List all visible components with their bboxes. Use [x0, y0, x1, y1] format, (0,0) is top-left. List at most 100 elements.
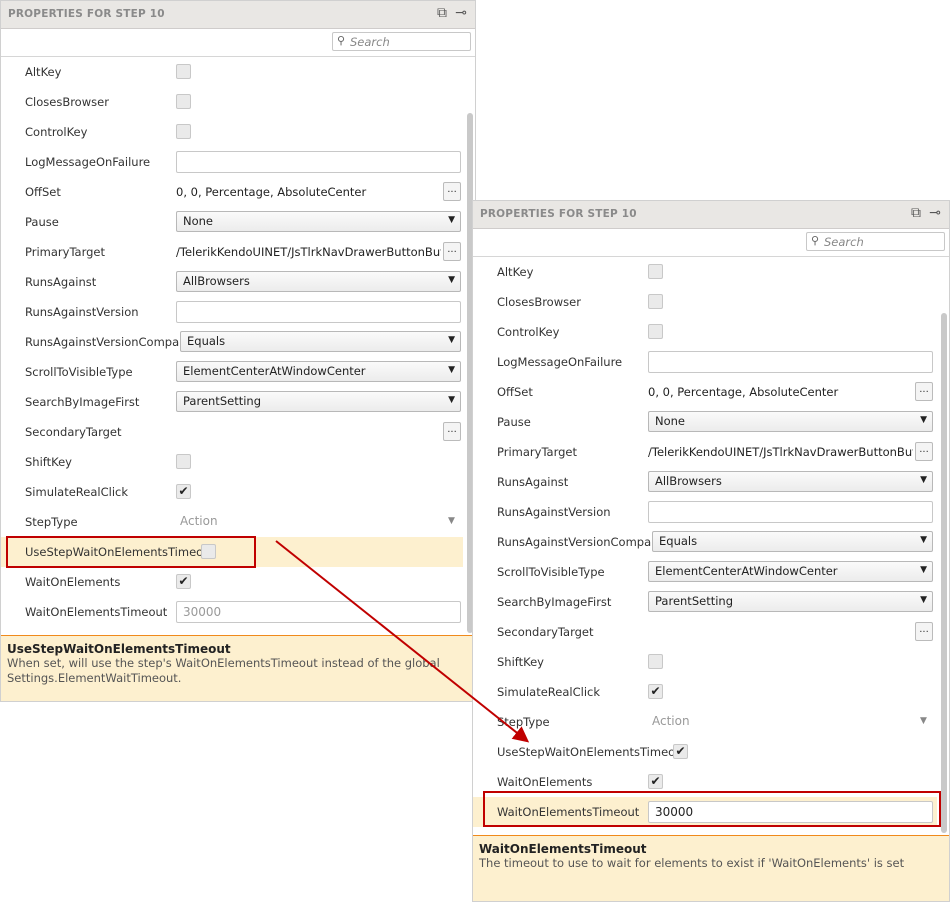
- property-row[interactable]: Pause None ▼: [1, 207, 475, 237]
- property-row[interactable]: StepType Action ▼: [473, 707, 949, 737]
- pop-out-icon[interactable]: ⧉: [437, 5, 447, 21]
- property-row[interactable]: AltKey: [473, 257, 949, 287]
- property-row[interactable]: RunsAgainst AllBrowsers ▼: [473, 467, 949, 497]
- dropdown-value: Equals: [659, 534, 698, 548]
- text-input[interactable]: [648, 351, 933, 373]
- dropdown[interactable]: Equals ▼: [652, 531, 933, 552]
- property-label: WaitOnElementsTimeout: [25, 605, 168, 619]
- property-label: SecondaryTarget: [497, 625, 594, 639]
- property-label: RunsAgainstVersionCompare: [497, 535, 663, 549]
- checkbox[interactable]: ✔: [176, 484, 191, 499]
- checkbox[interactable]: ✔: [648, 774, 663, 789]
- property-row[interactable]: PrimaryTarget/TelerikKendoUINET/JsTlrkNa…: [473, 437, 949, 467]
- dropdown[interactable]: ParentSetting ▼: [648, 591, 933, 612]
- property-row[interactable]: LogMessageOnFailure: [1, 147, 475, 177]
- checkbox[interactable]: [176, 454, 191, 469]
- property-row[interactable]: ShiftKey: [1, 447, 475, 477]
- property-row[interactable]: OffSet 0, 0, Percentage, AbsoluteCenter..…: [1, 177, 475, 207]
- chevron-down-icon: ▼: [920, 565, 927, 575]
- checkbox[interactable]: [648, 264, 663, 279]
- property-row[interactable]: ScrollToVisibleType ElementCenterAtWindow…: [473, 557, 949, 587]
- property-row[interactable]: RunsAgainstVersionCompare Equals ▼: [1, 327, 475, 357]
- scrollbar[interactable]: [941, 313, 947, 833]
- panel-title: PROPERTIES FOR STEP 10: [8, 8, 165, 20]
- dropdown[interactable]: ElementCenterAtWindowCenter ▼: [648, 561, 933, 582]
- dropdown[interactable]: AllBrowsers ▼: [176, 271, 461, 292]
- search-input[interactable]: ⚲ Search: [332, 32, 471, 51]
- property-row[interactable]: AltKey: [1, 57, 475, 87]
- text-input[interactable]: 30000: [176, 601, 461, 623]
- property-label: SearchByImageFirst: [25, 395, 140, 409]
- checkbox[interactable]: ✔: [176, 574, 191, 589]
- property-row[interactable]: ClosesBrowser: [1, 87, 475, 117]
- property-row[interactable]: LogMessageOnFailure: [473, 347, 949, 377]
- chevron-down-icon: ▼: [448, 215, 455, 225]
- checkbox[interactable]: [176, 64, 191, 79]
- property-row[interactable]: UseStepWaitOnElementsTimeout ✔: [473, 737, 949, 767]
- ellipsis-button[interactable]: ...: [443, 182, 461, 201]
- dropdown[interactable]: None ▼: [648, 411, 933, 432]
- text-input[interactable]: [648, 501, 933, 523]
- property-row[interactable]: SecondaryTarget...: [1, 417, 475, 447]
- ellipsis-button[interactable]: ...: [915, 622, 933, 641]
- pin-icon[interactable]: ⊸: [455, 5, 467, 21]
- properties-panel-before: PROPERTIES FOR STEP 10 ⧉ ⊸ ⚲ Search AltKey Clo…: [0, 0, 476, 702]
- property-row[interactable]: ScrollToVisibleType ElementCenterAtWindow…: [1, 357, 475, 387]
- dropdown[interactable]: AllBrowsers ▼: [648, 471, 933, 492]
- property-row[interactable]: RunsAgainstVersion: [1, 297, 475, 327]
- property-label: RunsAgainstVersion: [25, 305, 139, 319]
- dropdown-value: ElementCenterAtWindowCenter: [655, 564, 838, 578]
- property-label: PrimaryTarget: [25, 245, 106, 259]
- property-row[interactable]: SecondaryTarget...: [473, 617, 949, 647]
- property-label: RunsAgainstVersion: [497, 505, 611, 519]
- search-input[interactable]: ⚲ Search: [806, 232, 945, 251]
- property-row[interactable]: SimulateRealClick ✔: [1, 477, 475, 507]
- ellipsis-button[interactable]: ...: [915, 382, 933, 401]
- property-value: /TelerikKendoUINET/JsTlrkNavDrawerButton…: [176, 245, 441, 259]
- pop-out-icon[interactable]: ⧉: [911, 205, 921, 221]
- text-input[interactable]: [176, 151, 461, 173]
- checkbox[interactable]: [648, 294, 663, 309]
- search-icon: ⚲: [337, 34, 346, 47]
- checkbox[interactable]: [648, 654, 663, 669]
- checkbox[interactable]: ✔: [673, 744, 688, 759]
- property-label: ControlKey: [25, 125, 88, 139]
- property-row[interactable]: ControlKey: [473, 317, 949, 347]
- description-panel: UseStepWaitOnElementsTimeout When set, wi…: [1, 635, 475, 701]
- pin-icon[interactable]: ⊸: [929, 205, 941, 221]
- dropdown[interactable]: Equals ▼: [180, 331, 461, 352]
- property-label: StepType: [25, 515, 78, 529]
- ellipsis-button[interactable]: ...: [443, 242, 461, 261]
- property-label: ScrollToVisibleType: [25, 365, 133, 379]
- dropdown[interactable]: ParentSetting ▼: [176, 391, 461, 412]
- checkbox[interactable]: ✔: [648, 684, 663, 699]
- property-row[interactable]: SimulateRealClick ✔: [473, 677, 949, 707]
- dropdown[interactable]: ElementCenterAtWindowCenter ▼: [176, 361, 461, 382]
- dropdown-value: ParentSetting: [655, 594, 733, 608]
- property-row[interactable]: ControlKey: [1, 117, 475, 147]
- ellipsis-button[interactable]: ...: [443, 422, 461, 441]
- property-row[interactable]: RunsAgainst AllBrowsers ▼: [1, 267, 475, 297]
- checkbox[interactable]: [176, 94, 191, 109]
- panel-title: PROPERTIES FOR STEP 10: [480, 208, 637, 220]
- checkbox[interactable]: [648, 324, 663, 339]
- property-row[interactable]: ClosesBrowser: [473, 287, 949, 317]
- property-row[interactable]: StepType Action ▼: [1, 507, 475, 537]
- property-row[interactable]: SearchByImageFirst ParentSetting ▼: [1, 387, 475, 417]
- property-row[interactable]: PrimaryTarget/TelerikKendoUINET/JsTlrkNa…: [1, 237, 475, 267]
- dropdown[interactable]: None ▼: [176, 211, 461, 232]
- text-input[interactable]: [176, 301, 461, 323]
- property-label: OffSet: [497, 385, 533, 399]
- property-label: RunsAgainst: [25, 275, 97, 289]
- property-row[interactable]: WaitOnElementsTimeout 30000: [1, 597, 475, 627]
- property-value: 0, 0, Percentage, AbsoluteCenter: [648, 385, 839, 399]
- ellipsis-button[interactable]: ...: [915, 442, 933, 461]
- property-row[interactable]: Pause None ▼: [473, 407, 949, 437]
- property-row[interactable]: WaitOnElements ✔: [1, 567, 475, 597]
- property-row[interactable]: RunsAgainstVersionCompare Equals ▼: [473, 527, 949, 557]
- property-row[interactable]: OffSet 0, 0, Percentage, AbsoluteCenter..…: [473, 377, 949, 407]
- checkbox[interactable]: [176, 124, 191, 139]
- property-row[interactable]: SearchByImageFirst ParentSetting ▼: [473, 587, 949, 617]
- property-row[interactable]: RunsAgainstVersion: [473, 497, 949, 527]
- property-row[interactable]: ShiftKey: [473, 647, 949, 677]
